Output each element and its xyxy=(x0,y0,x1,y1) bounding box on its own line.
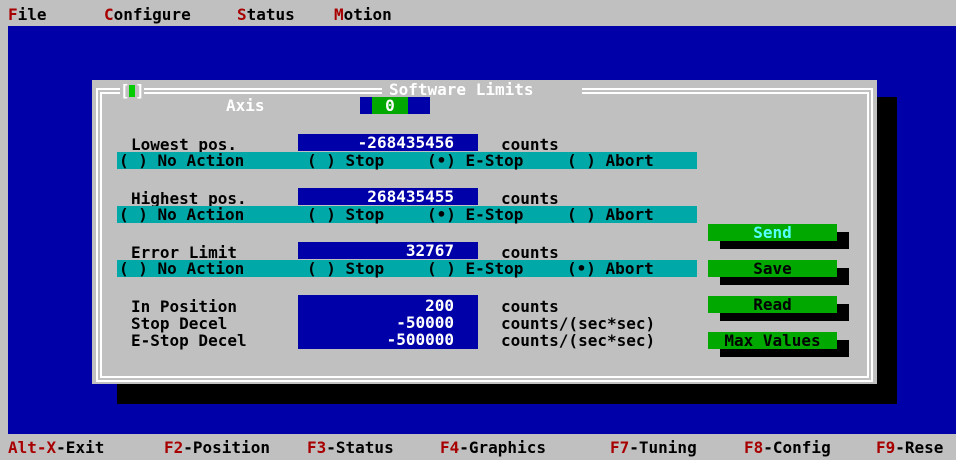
shortcut-tuning-label: -Tuning xyxy=(629,438,697,457)
radio-error-no-action[interactable]: ( ) No Action xyxy=(119,260,244,277)
software-limits-dialog: Software Limits [ ] Axis 0 Lowest pos. -… xyxy=(92,80,877,384)
radio-mark: ( ) xyxy=(307,259,336,278)
shortcut-exit[interactable]: Alt-X-Exit xyxy=(8,439,104,456)
radio-mark: ( ) xyxy=(119,259,148,278)
in-position-label: In Position xyxy=(131,297,237,316)
in-position-unit: counts xyxy=(501,297,559,316)
shortcut-position-label: -Position xyxy=(183,438,270,457)
radio-error-stop[interactable]: ( ) Stop xyxy=(307,260,384,277)
menu-status-label: tatus xyxy=(246,5,295,24)
radio-label: No Action xyxy=(157,151,245,170)
menu-motion[interactable]: Motion xyxy=(334,6,392,23)
radio-label: E-Stop xyxy=(465,259,524,278)
radio-mark: (•) xyxy=(427,151,456,170)
in-position-input[interactable]: 200 xyxy=(298,297,478,314)
radio-mark: ( ) xyxy=(119,151,148,170)
close-bracket-right: ] xyxy=(135,81,145,100)
shortcut-graphics-label: -Graphics xyxy=(459,438,546,457)
radio-label: Abort xyxy=(605,151,654,170)
shortcut-exit-key: Alt-X xyxy=(8,438,57,457)
dialog-title: Software Limits xyxy=(389,80,534,99)
radio-lowest-stop[interactable]: ( ) Stop xyxy=(307,152,384,169)
radio-mark: ( ) xyxy=(307,205,336,224)
radio-label: No Action xyxy=(157,259,245,278)
shortcut-position-key: F2 xyxy=(164,438,184,457)
menu-file[interactable]: File xyxy=(8,6,47,23)
shortcut-graphics-key: F4 xyxy=(440,438,460,457)
shortcut-config-label: -Config xyxy=(763,438,831,457)
radio-lowest-abort[interactable]: ( ) Abort xyxy=(567,152,654,169)
radio-label: E-Stop xyxy=(465,151,524,170)
radio-label: No Action xyxy=(157,205,245,224)
shortcut-reset-label: -Rese xyxy=(895,438,944,457)
menu-configure-hotkey: C xyxy=(104,5,114,24)
send-button[interactable]: Send xyxy=(708,224,837,241)
lowest-pos-input[interactable]: -268435456 xyxy=(298,134,478,151)
axis-field[interactable]: 0 xyxy=(360,97,430,114)
shortcut-status-label: -Status xyxy=(326,438,394,457)
menu-motion-hotkey: M xyxy=(334,5,344,24)
menu-configure-label: onfigure xyxy=(113,5,191,24)
stop-decel-unit: counts/(sec*sec) xyxy=(501,314,656,333)
highest-pos-input[interactable]: 268435455 xyxy=(298,188,478,205)
radio-mark: ( ) xyxy=(307,151,336,170)
radio-mark: (•) xyxy=(427,205,456,224)
lowest-action-radio-group: ( ) No Action ( ) Stop (•) E-Stop ( ) Ab… xyxy=(117,152,697,169)
highest-action-radio-group: ( ) No Action ( ) Stop (•) E-Stop ( ) Ab… xyxy=(117,206,697,223)
shortcut-position[interactable]: F2-Position xyxy=(164,439,270,456)
shortcut-tuning-key: F7 xyxy=(610,438,630,457)
shortcut-reset[interactable]: F9-Rese xyxy=(876,439,943,456)
menu-file-hotkey: F xyxy=(8,5,18,24)
stop-decel-input[interactable]: -50000 xyxy=(298,314,478,331)
menu-file-label: ile xyxy=(17,5,47,24)
radio-label: Abort xyxy=(605,259,654,278)
radio-label: Stop xyxy=(345,151,385,170)
menu-status[interactable]: Status xyxy=(237,6,295,23)
read-button[interactable]: Read xyxy=(708,296,837,313)
shortcut-status[interactable]: F3-Status xyxy=(307,439,394,456)
estop-decel-input[interactable]: -500000 xyxy=(298,331,478,348)
radio-error-estop[interactable]: ( ) E-Stop xyxy=(427,260,523,277)
radio-mark: ( ) xyxy=(567,205,596,224)
radio-highest-stop[interactable]: ( ) Stop xyxy=(307,206,384,223)
radio-mark: ( ) xyxy=(119,205,148,224)
radio-label: Stop xyxy=(345,259,385,278)
radio-label: Stop xyxy=(345,205,385,224)
stop-decel-label: Stop Decel xyxy=(131,314,228,333)
radio-lowest-estop[interactable]: (•) E-Stop xyxy=(427,152,523,169)
shortcut-config[interactable]: F8-Config xyxy=(744,439,831,456)
status-bar: Alt-X-Exit F2-Position F3-Status F4-Grap… xyxy=(0,434,956,460)
radio-error-abort[interactable]: (•) Abort xyxy=(567,260,654,277)
shortcut-tuning[interactable]: F7-Tuning xyxy=(610,439,697,456)
axis-value: 0 xyxy=(372,97,408,114)
radio-highest-no-action[interactable]: ( ) No Action xyxy=(119,206,244,223)
menu-motion-label: otion xyxy=(343,5,392,24)
estop-decel-label: E-Stop Decel xyxy=(131,331,247,350)
save-button[interactable]: Save xyxy=(708,260,837,277)
menu-status-hotkey: S xyxy=(237,5,247,24)
radio-label: E-Stop xyxy=(465,205,524,224)
shortcut-graphics[interactable]: F4-Graphics xyxy=(440,439,546,456)
radio-mark: ( ) xyxy=(427,259,456,278)
radio-label: Abort xyxy=(605,205,654,224)
radio-mark: (•) xyxy=(567,259,596,278)
shortcut-exit-label: -Exit xyxy=(56,438,105,457)
menu-bar: File Configure Status Motion xyxy=(0,0,956,26)
menu-configure[interactable]: Configure xyxy=(104,6,191,23)
max-values-button[interactable]: Max Values xyxy=(708,332,837,349)
estop-decel-unit: counts/(sec*sec) xyxy=(501,331,656,350)
radio-lowest-no-action[interactable]: ( ) No Action xyxy=(119,152,244,169)
close-button[interactable]: [ ] xyxy=(120,81,145,100)
radio-mark: ( ) xyxy=(567,151,596,170)
shortcut-config-key: F8 xyxy=(744,438,764,457)
radio-highest-abort[interactable]: ( ) Abort xyxy=(567,206,654,223)
axis-label: Axis xyxy=(226,96,265,115)
error-limit-input[interactable]: 32767 xyxy=(298,242,478,259)
shortcut-reset-key: F9 xyxy=(876,438,896,457)
radio-highest-estop[interactable]: (•) E-Stop xyxy=(427,206,523,223)
error-action-radio-group: ( ) No Action ( ) Stop ( ) E-Stop (•) Ab… xyxy=(117,260,697,277)
shortcut-status-key: F3 xyxy=(307,438,327,457)
